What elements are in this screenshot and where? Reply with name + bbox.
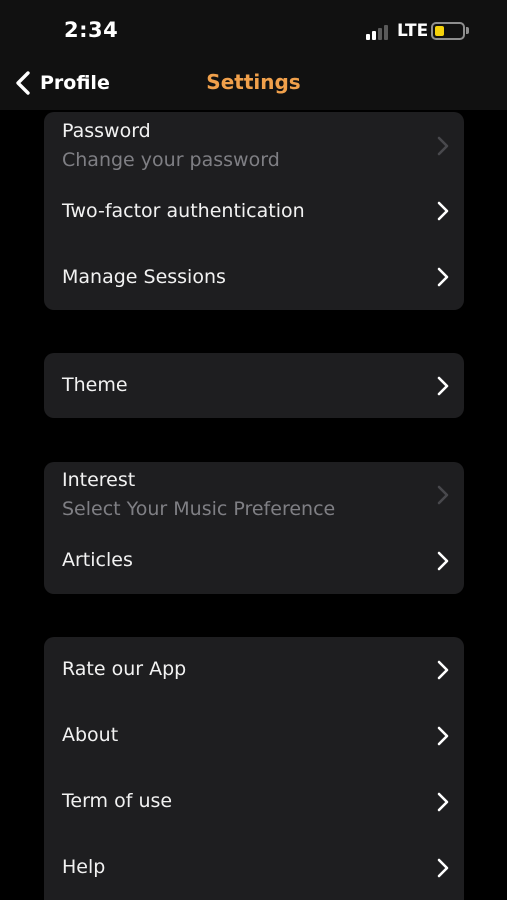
settings-group-about: Rate our App About Term of use Help [44,637,464,900]
row-title: Term of use [62,790,173,812]
settings-row-two-factor[interactable]: Two-factor authentication [44,178,464,244]
settings-row-help[interactable]: Help [44,835,464,900]
row-title: Password [62,120,151,142]
settings-row-password[interactable]: Password Change your password [44,112,464,178]
chevron-right-icon [437,551,449,571]
chevron-right-icon [437,201,449,221]
chevron-right-icon [437,858,449,878]
signal-bars-icon [366,24,392,40]
status-time: 2:34 [64,18,119,42]
network-label: LTE [397,21,429,41]
row-title: Two-factor authentication [62,200,305,222]
chevron-right-icon [437,136,449,156]
settings-row-articles[interactable]: Articles [44,528,464,594]
settings-group-content: Interest Select Your Music Preference Ar… [44,462,464,594]
nav-bar: Profile Settings [0,56,507,110]
chevron-right-icon [437,267,449,287]
chevron-right-icon [437,376,449,396]
battery-tip [466,27,469,34]
settings-row-rate-app[interactable]: Rate our App [44,637,464,703]
settings-row-about[interactable]: About [44,703,464,769]
chevron-right-icon [437,485,449,505]
row-title: Rate our App [62,658,187,680]
settings-screen: 2:34 LTE Profile Settings Password Chang… [0,0,507,900]
row-subtitle: Change your password [62,149,280,171]
chevron-right-icon [437,792,449,812]
settings-group-security: Password Change your password Two-factor… [44,112,464,310]
status-bar: 2:34 LTE [0,0,507,56]
settings-row-manage-sessions[interactable]: Manage Sessions [44,244,464,310]
row-title: Help [62,856,106,878]
chevron-right-icon [437,726,449,746]
row-title: About [62,724,119,746]
row-title: Articles [62,549,133,571]
settings-row-theme[interactable]: Theme [44,353,464,418]
settings-group-appearance: Theme [44,353,464,418]
row-title: Interest [62,469,136,491]
page-title: Settings [206,70,301,94]
battery-level [435,26,444,36]
battery-icon [431,22,465,40]
settings-row-interest[interactable]: Interest Select Your Music Preference [44,462,464,528]
row-title: Theme [62,374,128,396]
row-subtitle: Select Your Music Preference [62,498,336,520]
chevron-right-icon [437,660,449,680]
row-title: Manage Sessions [62,266,226,288]
settings-row-terms[interactable]: Term of use [44,769,464,835]
